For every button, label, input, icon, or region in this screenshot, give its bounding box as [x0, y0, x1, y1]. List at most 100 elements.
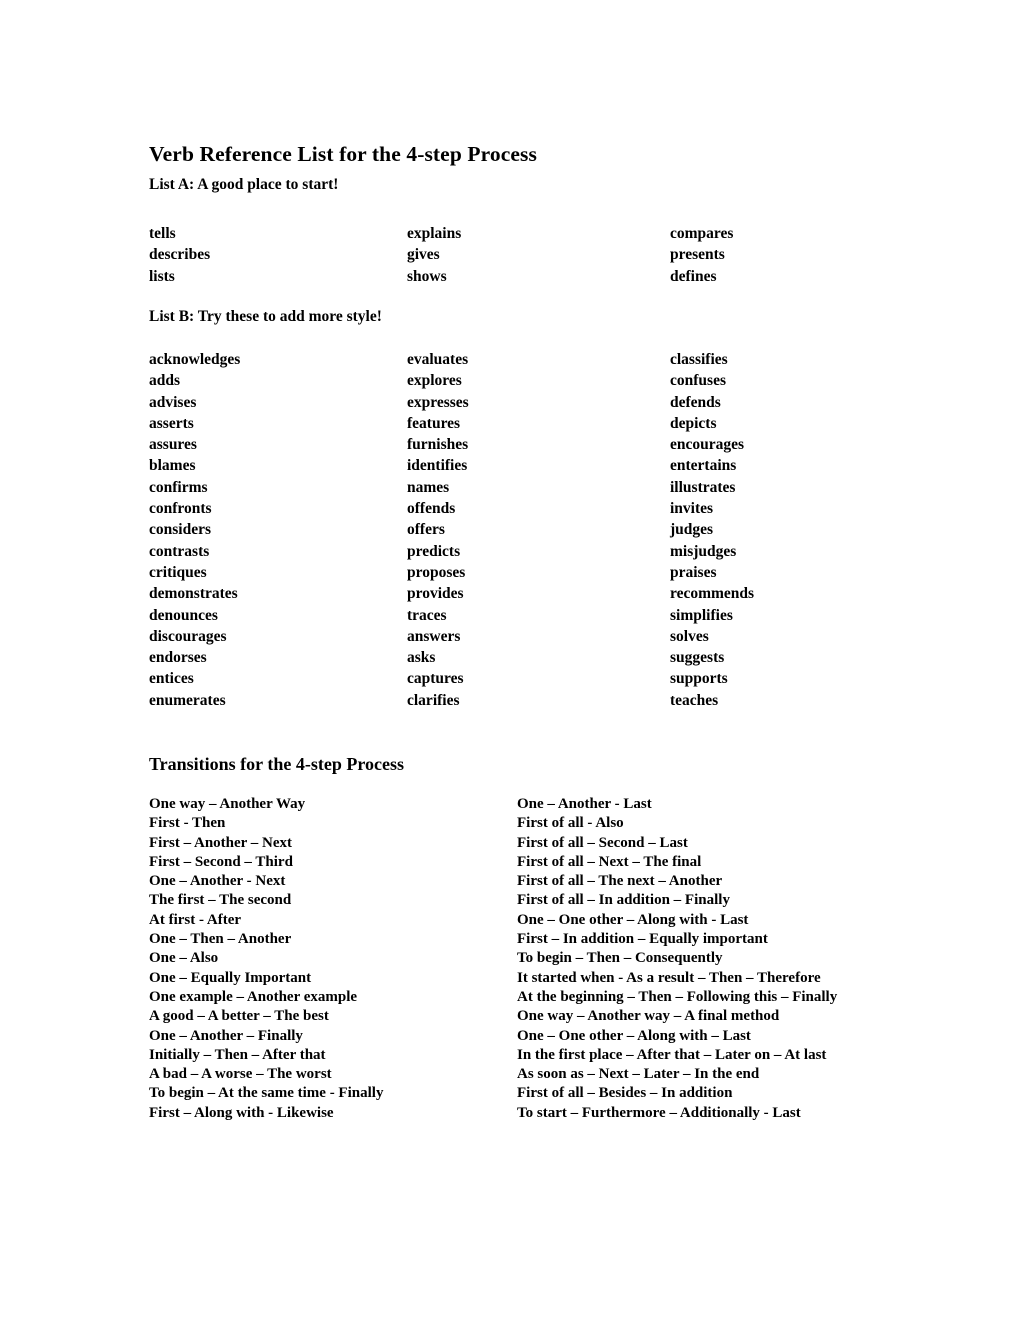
verb-item: recommends: [670, 585, 755, 603]
verb-item: denounces: [149, 606, 218, 624]
transitions-heading: Transitions for the 4-step Process: [149, 754, 404, 774]
verb-item: defends: [670, 393, 721, 411]
transition-item: At first - After: [149, 911, 242, 928]
transition-item: One – Another - Next: [149, 873, 286, 890]
transition-item: To begin – Then – Consequently: [517, 950, 723, 967]
transition-item: One – One other – Along with - Last: [517, 911, 749, 928]
list-b-column-2: evaluates explores expresses features furnis…: [407, 349, 469, 711]
verb-item: gives: [407, 246, 440, 264]
transition-item: First of all – Second – Last: [517, 834, 688, 851]
transition-item: A bad – A worse – The worst: [149, 1066, 332, 1083]
transition-item: First of all - Also: [517, 815, 624, 832]
verb-item: names: [407, 478, 450, 496]
verb-item: encourages: [670, 436, 745, 454]
transition-item: One – Equally Important: [149, 969, 312, 986]
verb-item: advises: [149, 393, 197, 411]
verb-item: furnishes: [407, 436, 469, 454]
verb-item: clarifies: [407, 691, 460, 709]
verb-item: contrasts: [149, 542, 210, 560]
transition-item: One way – Another way – A final method: [517, 1008, 780, 1025]
transition-item: To begin – At the same time - Finally: [149, 1085, 384, 1102]
transition-item: One – Another – Finally: [149, 1027, 303, 1044]
verb-item: endorses: [149, 649, 207, 667]
verb-item: acknowledges: [149, 351, 241, 368]
verb-item: assures: [149, 436, 197, 454]
verb-item: asks: [407, 649, 436, 667]
transition-item: One example – Another example: [149, 988, 358, 1005]
verb-item: critiques: [149, 563, 207, 581]
document-page: Verb Reference List for the 4-step Proce…: [0, 0, 1020, 1320]
verb-item: identifies: [407, 457, 468, 475]
transition-item: At the beginning – Then – Following this…: [517, 988, 838, 1005]
verb-item: confuses: [670, 372, 726, 390]
verb-item: tells: [149, 225, 176, 242]
verb-item: considers: [149, 521, 211, 539]
verb-item: defines: [670, 267, 717, 285]
verb-item: blames: [149, 457, 196, 475]
verb-item: traces: [407, 606, 447, 624]
verb-item: teaches: [670, 691, 719, 709]
transition-item: The first – The second: [149, 892, 292, 909]
verb-item: suggests: [670, 649, 725, 667]
verb-item: judges: [670, 521, 714, 539]
verb-item: misjudges: [670, 542, 737, 560]
list-b-column-3: classifies confuses defends depicts encourag…: [670, 349, 754, 711]
verb-item: confronts: [149, 500, 212, 518]
verb-item: provides: [407, 585, 464, 603]
verb-item: offers: [407, 521, 445, 539]
verb-item: depicts: [670, 414, 717, 432]
transition-item: First – Another – Next: [149, 834, 293, 851]
transition-item: First of all – The next – Another: [517, 873, 723, 890]
transitions-column-2: One – Another - Last First of all - Also F…: [517, 795, 837, 1123]
transition-item: One – Also: [149, 950, 219, 967]
transition-item: One way – Another Way: [149, 796, 306, 812]
transition-item: First of all – In addition – Finally: [517, 892, 730, 909]
verb-item: asserts: [149, 414, 194, 432]
list-a-column-2: explains gives shows: [407, 223, 461, 287]
verb-item: evaluates: [407, 351, 469, 368]
transitions-column-1: One way – Another Way First - Then First –…: [149, 795, 383, 1123]
verb-item: demonstrates: [149, 585, 238, 603]
verb-item: presents: [670, 246, 725, 264]
verb-item: offends: [407, 500, 456, 518]
verb-item: describes: [149, 246, 211, 264]
transition-item: First of all – Next – The final: [517, 853, 702, 870]
verb-item: classifies: [670, 351, 728, 368]
verb-item: expresses: [407, 393, 469, 411]
verb-item: confirms: [149, 478, 208, 496]
transition-item: As soon as – Next – Later – In the end: [517, 1066, 760, 1083]
transition-item: First – In addition – Equally important: [517, 931, 768, 948]
verb-item: captures: [407, 670, 464, 688]
verb-item: compares: [670, 225, 734, 242]
verb-item: praises: [670, 563, 717, 581]
transition-item: It started when - As a result – Then – T…: [517, 969, 821, 986]
transition-item: One – Another - Last: [517, 796, 652, 812]
verb-item: shows: [407, 267, 447, 285]
transition-item: One – Then – Another: [149, 931, 292, 948]
verb-item: entices: [149, 670, 194, 688]
verb-item: discourages: [149, 627, 227, 645]
verb-item: illustrates: [670, 478, 736, 496]
verb-item: explains: [407, 225, 462, 242]
transition-item: In the first place – After that – Later …: [517, 1046, 827, 1063]
transition-item: One – One other – Along with – Last: [517, 1027, 751, 1044]
verb-item: enumerates: [149, 691, 226, 709]
transition-item: A good – A better – The best: [149, 1008, 329, 1025]
list-a-column-1: tells describes lists: [149, 223, 210, 287]
verb-item: proposes: [407, 563, 466, 581]
verb-item: predicts: [407, 542, 461, 560]
transition-item: Initially – Then – After that: [149, 1046, 326, 1063]
verb-item: simplifies: [670, 606, 733, 624]
list-b-heading: List B: Try these to add more style!: [149, 308, 382, 325]
list-a-column-3: compares presents defines: [670, 223, 733, 287]
verb-item: adds: [149, 372, 181, 390]
verb-item: features: [407, 414, 461, 432]
verb-item: lists: [149, 267, 175, 285]
verb-item: supports: [670, 670, 728, 688]
transition-item: First – Along with - Likewise: [149, 1104, 334, 1121]
verb-item: invites: [670, 500, 714, 518]
transition-item: To start – Furthermore – Additionally - …: [517, 1104, 801, 1121]
transition-item: First – Second – Third: [149, 853, 293, 870]
list-b-column-1: acknowledges adds advises asserts assures bla…: [149, 349, 240, 711]
transition-item: First - Then: [149, 815, 226, 832]
